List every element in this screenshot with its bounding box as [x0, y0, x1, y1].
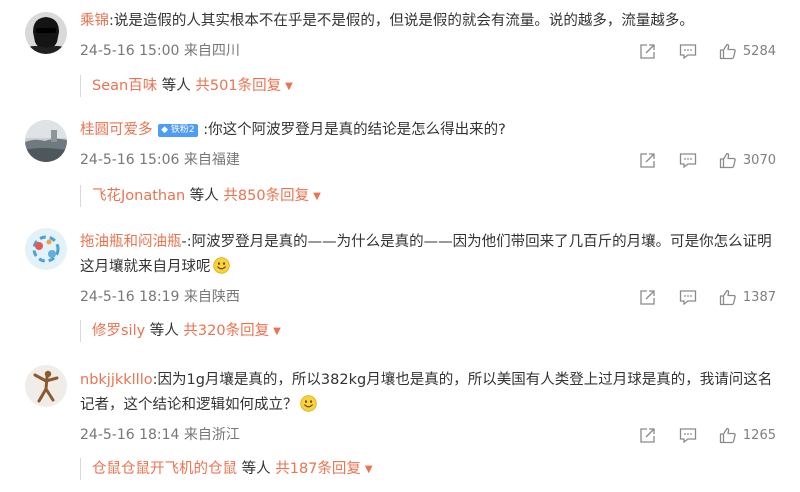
- comment-text: -:阿波罗登月是真的——为什么是真的——因为他们带回来了几百斤的月壤。可是你怎么…: [80, 234, 772, 275]
- fan-badge-label: 铁粉2: [170, 125, 195, 135]
- comment-location: 来自陕西: [183, 289, 240, 305]
- reply-count-link[interactable]: 共320条回复: [183, 323, 269, 339]
- avatar-image: [25, 228, 67, 270]
- comment-location: 来自福建: [183, 152, 240, 168]
- like-count: 1265: [742, 427, 776, 443]
- comment-time: 24-5-16 18:14: [80, 427, 180, 443]
- reply-summary[interactable]: Sean百味 等人 共501条回复 ▼: [80, 75, 293, 97]
- reply-username[interactable]: 飞花Jonathan: [92, 188, 185, 204]
- comment-text: :因为1g月壤是真的，所以382kg月壤也是真的，所以美国有人类登上过月球是真的…: [80, 372, 773, 413]
- reply-summary[interactable]: 飞花Jonathan 等人 共850条回复 ▼: [80, 185, 321, 207]
- comment-content: 拖油瓶和闷油瓶-:阿波罗登月是真的——为什么是真的——因为他们带回来了几百斤的月…: [80, 230, 780, 280]
- comment-meta: 24-5-16 15:00 来自四川: [80, 41, 240, 61]
- reply-summary[interactable]: 修罗sily 等人 共320条回复 ▼: [80, 320, 281, 342]
- share-icon: [640, 427, 655, 443]
- reply-count-link[interactable]: 共501条回复: [195, 78, 281, 94]
- reply-username[interactable]: 修罗sily: [92, 323, 145, 339]
- thumbs-up-icon: [719, 152, 736, 168]
- thumbs-up-icon: [719, 43, 736, 59]
- like-count: 5284: [742, 43, 776, 59]
- caret-down-icon: ▼: [273, 326, 281, 337]
- reply-others-text: 等人: [145, 323, 184, 339]
- reply-username[interactable]: Sean百味: [92, 78, 157, 94]
- share-icon: [640, 289, 655, 305]
- comment-feed: 乘锦:说是造假的人其实根本不在乎是不是假的，但说是假的就会有流量。说的越多，流量…: [0, 0, 800, 492]
- share-button[interactable]: [639, 427, 657, 444]
- smile-emoji-icon: [299, 395, 317, 412]
- reply-username[interactable]: 仓鼠仓鼠开飞机的仓鼠: [92, 461, 237, 477]
- caret-down-icon: ▼: [285, 81, 293, 92]
- share-button[interactable]: [639, 43, 657, 60]
- comment-actions: 3070: [639, 150, 776, 170]
- reply-others-text: 等人: [237, 461, 276, 477]
- comment-location: 来自四川: [183, 43, 240, 59]
- share-button[interactable]: [639, 289, 657, 306]
- comment-button[interactable]: [679, 43, 697, 60]
- comment-username[interactable]: 乘锦: [80, 13, 109, 29]
- like-button[interactable]: 1265: [719, 427, 776, 444]
- comment-content: 乘锦:说是造假的人其实根本不在乎是不是假的，但说是假的就会有流量。说的越多，流量…: [80, 9, 780, 34]
- comment-location: 来自浙江: [183, 427, 240, 443]
- comment-text: :说是造假的人其实根本不在乎是不是假的，但说是假的就会有流量。说的越多，流量越多…: [109, 13, 694, 29]
- comment-button[interactable]: [679, 289, 697, 306]
- comment-button[interactable]: [679, 427, 697, 444]
- comment-meta: 24-5-16 18:14 来自浙江: [80, 425, 240, 445]
- reply-others-text: 等人: [157, 78, 196, 94]
- comment-username[interactable]: 桂圆可爱多: [80, 122, 153, 138]
- comment-button[interactable]: [679, 152, 697, 169]
- reply-others-text: 等人: [185, 188, 224, 204]
- share-icon: [640, 152, 655, 168]
- comment-time: 24-5-16 15:00: [80, 43, 180, 59]
- share-button[interactable]: [639, 152, 657, 169]
- reply-count-link[interactable]: 共850条回复: [223, 188, 309, 204]
- comment-content: 桂圆可爱多 ◆ 铁粉2 :你这个阿波罗登月是真的结论是怎么得出来的?: [80, 118, 780, 143]
- avatar[interactable]: [25, 12, 67, 54]
- caret-down-icon: ▼: [313, 191, 321, 202]
- like-button[interactable]: 3070: [719, 152, 776, 169]
- comment-actions: 1387: [639, 287, 776, 307]
- like-button[interactable]: 5284: [719, 43, 776, 60]
- smile-emoji-icon: [212, 257, 230, 274]
- avatar[interactable]: [25, 228, 67, 270]
- avatar-image: [25, 12, 67, 54]
- comment-icon: [679, 427, 697, 443]
- thumbs-up-icon: [719, 427, 736, 443]
- avatar-image: [25, 120, 67, 162]
- like-button[interactable]: 1387: [719, 289, 776, 306]
- comment-text: :你这个阿波罗登月是真的结论是怎么得出来的?: [198, 122, 506, 138]
- share-icon: [640, 43, 655, 59]
- like-count: 3070: [742, 152, 776, 168]
- comment-icon: [679, 289, 697, 305]
- reply-summary[interactable]: 仓鼠仓鼠开飞机的仓鼠 等人 共187条回复 ▼: [80, 458, 373, 480]
- comment-actions: 5284: [639, 41, 776, 61]
- comment-time: 24-5-16 18:19: [80, 289, 180, 305]
- fan-badge: ◆ 铁粉2: [158, 124, 198, 137]
- comment-actions: 1265: [639, 425, 776, 445]
- avatar[interactable]: [25, 365, 67, 407]
- comment-meta: 24-5-16 18:19 来自陕西: [80, 287, 240, 307]
- comment-meta: 24-5-16 15:06 来自福建: [80, 150, 240, 170]
- comment-icon: [679, 43, 697, 59]
- caret-down-icon: ▼: [364, 464, 373, 475]
- like-count: 1387: [742, 289, 776, 305]
- comment-icon: [679, 152, 697, 168]
- thumbs-up-icon: [719, 289, 736, 305]
- reply-count-link[interactable]: 共187条回复: [275, 461, 361, 477]
- comment-username[interactable]: 拖油瓶和闷油瓶: [80, 234, 182, 250]
- avatar-image: [25, 365, 67, 407]
- comment-username[interactable]: nbkjjkklllo: [80, 372, 153, 388]
- comment-time: 24-5-16 15:06: [80, 152, 180, 168]
- avatar[interactable]: [25, 120, 67, 162]
- comment-content: nbkjjkklllo:因为1g月壤是真的，所以382kg月壤也是真的，所以美国…: [80, 368, 780, 418]
